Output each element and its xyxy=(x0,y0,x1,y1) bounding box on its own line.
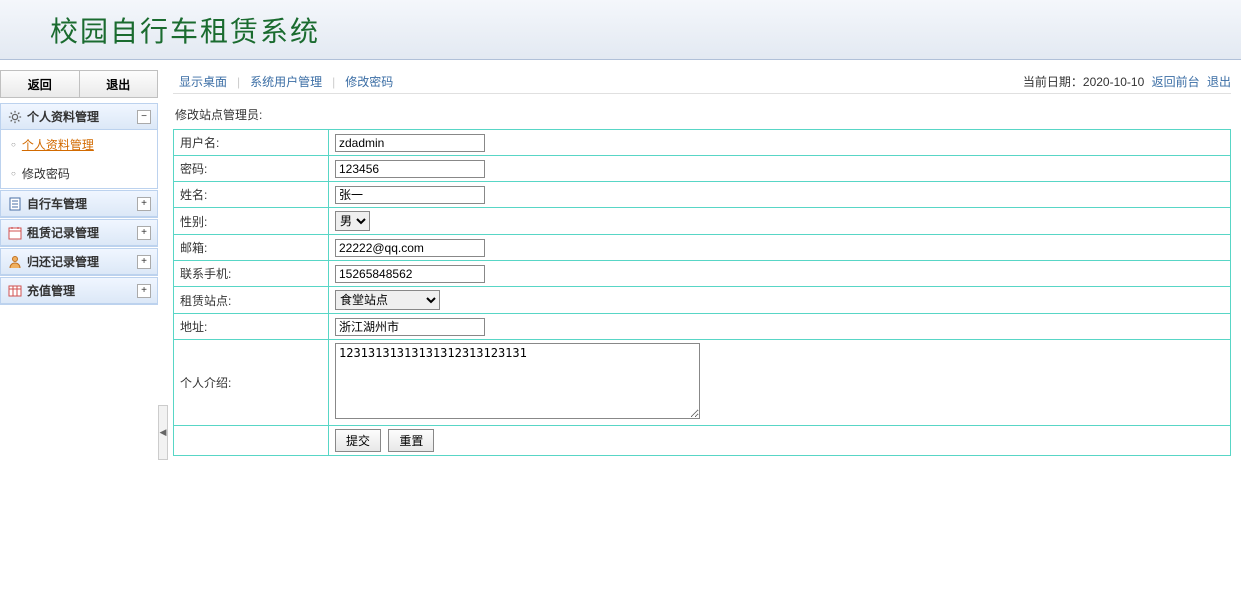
sidebar-panel-recharge: 充值管理 + xyxy=(0,277,158,305)
phone-input[interactable] xyxy=(335,265,485,283)
station-select[interactable]: 食堂站点 xyxy=(335,290,440,310)
sidebar-item-profile[interactable]: ○ 个人资料管理 xyxy=(1,130,157,159)
sidebar-panel-rental-header[interactable]: 租赁记录管理 + xyxy=(1,220,157,246)
sidebar-item-label: 修改密码 xyxy=(22,165,70,182)
app-title: 校园自行车租赁系统 xyxy=(50,10,320,50)
date-value: 2020-10-10 xyxy=(1083,75,1144,89)
name-input[interactable] xyxy=(335,186,485,204)
breadcrumb-bar: 显示桌面 | 系统用户管理 | 修改密码 当前日期：2020-10-10 返回前… xyxy=(173,70,1231,94)
sidebar-panel-bike: 自行车管理 + xyxy=(0,190,158,218)
document-icon xyxy=(7,196,23,212)
crumb-system-users[interactable]: 系统用户管理 xyxy=(244,73,328,90)
sidebar-item-change-password[interactable]: ○ 修改密码 xyxy=(1,159,157,188)
sidebar-panel-return-header[interactable]: 归还记录管理 + xyxy=(1,249,157,275)
expand-icon[interactable]: + xyxy=(137,197,151,211)
sidebar-panel-profile-header[interactable]: 个人资料管理 − xyxy=(1,104,157,130)
sidebar-panel-bike-title: 自行车管理 xyxy=(27,195,137,212)
admin-form-table: 用户名: 密码: 姓名: 性别: 男 邮箱: xyxy=(173,129,1231,456)
sidebar-toolbar: 返回 退出 xyxy=(0,70,158,98)
expand-icon[interactable]: + xyxy=(137,284,151,298)
date-label: 当前日期： xyxy=(1023,75,1083,89)
crumb-show-desktop[interactable]: 显示桌面 xyxy=(173,73,233,90)
sidebar-panel-return-title: 归还记录管理 xyxy=(27,253,137,270)
expand-icon[interactable]: + xyxy=(137,226,151,240)
crumb-change-password[interactable]: 修改密码 xyxy=(339,73,399,90)
label-actions xyxy=(174,426,329,456)
sidebar-panel-return: 归还记录管理 + xyxy=(0,248,158,276)
form-title: 修改站点管理员: xyxy=(173,100,1231,129)
password-input[interactable] xyxy=(335,160,485,178)
bio-textarea[interactable] xyxy=(335,343,700,419)
label-station: 租赁站点: xyxy=(174,287,329,314)
submit-button[interactable]: 提交 xyxy=(335,429,381,452)
sidebar-item-label: 个人资料管理 xyxy=(22,136,94,153)
address-input[interactable] xyxy=(335,318,485,336)
bullet-icon: ○ xyxy=(11,140,16,149)
back-front-link[interactable]: 返回前台 xyxy=(1152,75,1200,89)
gender-select[interactable]: 男 xyxy=(335,211,370,231)
label-email: 邮箱: xyxy=(174,235,329,261)
app-header: 校园自行车租赁系统 xyxy=(0,0,1241,60)
sidebar-panel-profile-title: 个人资料管理 xyxy=(27,108,137,125)
calendar-icon xyxy=(7,225,23,241)
sidebar-panel-recharge-title: 充值管理 xyxy=(27,282,137,299)
reset-button[interactable]: 重置 xyxy=(388,429,434,452)
gear-icon xyxy=(7,109,23,125)
sidebar-panel-recharge-header[interactable]: 充值管理 + xyxy=(1,278,157,304)
separator: | xyxy=(233,75,244,89)
label-password: 密码: xyxy=(174,156,329,182)
sidebar-panel-rental: 租赁记录管理 + xyxy=(0,219,158,247)
exit-link[interactable]: 退出 xyxy=(1207,75,1231,89)
sidebar-collapse-handle[interactable]: ◀ xyxy=(158,405,168,460)
table-icon xyxy=(7,283,23,299)
expand-icon[interactable]: + xyxy=(137,255,151,269)
sidebar-panel-bike-header[interactable]: 自行车管理 + xyxy=(1,191,157,217)
collapse-icon[interactable]: − xyxy=(137,110,151,124)
label-gender: 性别: xyxy=(174,208,329,235)
main-content: 显示桌面 | 系统用户管理 | 修改密码 当前日期：2020-10-10 返回前… xyxy=(158,60,1241,456)
sidebar-panel-profile: 个人资料管理 − ○ 个人资料管理 ○ 修改密码 xyxy=(0,103,158,189)
label-bio: 个人介绍: xyxy=(174,340,329,426)
bullet-icon: ○ xyxy=(11,169,16,178)
sidebar-panel-rental-title: 租赁记录管理 xyxy=(27,224,137,241)
label-name: 姓名: xyxy=(174,182,329,208)
email-input[interactable] xyxy=(335,239,485,257)
label-phone: 联系手机: xyxy=(174,261,329,287)
sidebar-panel-profile-body: ○ 个人资料管理 ○ 修改密码 xyxy=(1,130,157,188)
label-address: 地址: xyxy=(174,314,329,340)
sidebar: 返回 退出 个人资料管理 − ○ 个人资料管理 ○ 修改密码 xyxy=(0,60,158,456)
label-username: 用户名: xyxy=(174,130,329,156)
breadcrumb-right: 当前日期：2020-10-10 返回前台 退出 xyxy=(1023,73,1231,90)
username-input[interactable] xyxy=(335,134,485,152)
back-button[interactable]: 返回 xyxy=(0,70,80,98)
logout-button[interactable]: 退出 xyxy=(80,70,159,98)
user-icon xyxy=(7,254,23,270)
separator: | xyxy=(328,75,339,89)
